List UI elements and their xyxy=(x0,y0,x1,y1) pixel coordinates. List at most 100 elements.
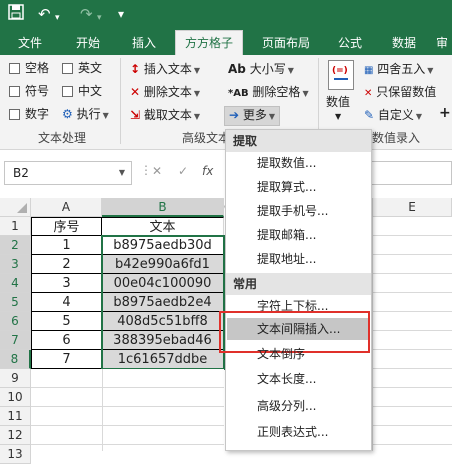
menu-item-extract-number[interactable]: 提取数值... xyxy=(257,155,316,171)
more-label: 更多 xyxy=(242,108,267,122)
cancel-icon[interactable]: ✕ xyxy=(152,164,162,178)
english-checkbox[interactable] xyxy=(62,63,73,74)
menu-item-extract-phone[interactable]: 提取手机号... xyxy=(257,203,328,219)
cell-a[interactable]: 4 xyxy=(31,293,102,312)
add-icon[interactable]: + xyxy=(439,106,451,120)
delete-text-icon: ✕ xyxy=(130,85,141,99)
name-box[interactable]: B2 ▼ xyxy=(4,161,132,185)
cell-a[interactable]: 2 xyxy=(31,255,102,274)
column-header[interactable]: E xyxy=(372,198,452,217)
cell-b1[interactable]: 文本 xyxy=(102,217,224,236)
cell-a[interactable]: 1 xyxy=(31,236,102,255)
tab-review[interactable]: 审 xyxy=(436,32,452,55)
cell-a1[interactable]: 序号 xyxy=(31,217,102,236)
menu-item-text-interval-insert[interactable]: 文本间隔插入... xyxy=(257,321,340,337)
cell-b[interactable]: 408d5c51bff8 xyxy=(102,312,224,331)
menu-item-superscript[interactable]: 字符上下标... xyxy=(257,298,328,314)
tab-insert[interactable]: 插入 xyxy=(122,32,166,55)
cell-b[interactable]: 388395ebad46 xyxy=(102,331,224,350)
row-header[interactable]: 4 xyxy=(0,274,31,293)
row-header[interactable]: 13 xyxy=(0,445,31,464)
undo-icon[interactable]: ↶ xyxy=(38,4,51,24)
round-button[interactable]: ▦ 四舍五入 ▼ xyxy=(364,62,433,78)
menu-item-extract-formula[interactable]: 提取算式... xyxy=(257,179,316,195)
numeric-button[interactable]: 数值 xyxy=(326,95,350,109)
menu-section-common: 常用 xyxy=(226,273,371,295)
cell-b[interactable]: 1c61657ddbe xyxy=(102,350,224,369)
row-header[interactable]: 8 xyxy=(0,350,31,369)
keep-value-icon: ✕ xyxy=(364,88,373,99)
more-arrow-icon: ➔ xyxy=(229,108,240,122)
formula-options-icon[interactable]: ⋮ xyxy=(140,163,152,177)
numeric-dropdown-icon[interactable]: ▼ xyxy=(335,110,341,124)
more-button[interactable]: ➔ 更多 ▼ xyxy=(224,106,281,126)
symbol-checkbox[interactable] xyxy=(9,86,20,97)
title-bar xyxy=(0,0,452,28)
space-label: 空格 xyxy=(25,61,50,75)
menu-item-extract-email[interactable]: 提取邮箱... xyxy=(257,227,316,243)
case-button[interactable]: Ab 大小写 ▼ xyxy=(228,62,294,78)
cell-a[interactable]: 5 xyxy=(31,312,102,331)
delete-text-label: 删除文本 xyxy=(143,85,192,99)
tab-fangfang[interactable]: 方方格子 xyxy=(175,30,243,55)
menu-item-text-length[interactable]: 文本长度... xyxy=(257,371,316,387)
tab-formulas[interactable]: 公式 xyxy=(328,32,372,55)
customize-qat-icon[interactable]: ▾ xyxy=(118,4,124,24)
insert-text-button[interactable]: ↕ 插入文本 ▼ xyxy=(130,62,200,78)
row-header[interactable]: 11 xyxy=(0,407,31,426)
row-header[interactable]: 10 xyxy=(0,388,31,407)
keep-value-button[interactable]: ✕ 只保留数值 xyxy=(364,85,436,101)
chinese-checkbox[interactable] xyxy=(62,86,73,97)
cell-a[interactable]: 3 xyxy=(31,274,102,293)
name-box-dropdown-icon[interactable]: ▼ xyxy=(119,168,125,177)
gridline xyxy=(102,369,103,451)
select-all-corner[interactable] xyxy=(0,198,31,217)
case-label: 大小写 xyxy=(249,62,286,76)
cell-b[interactable]: 00e04c100090 xyxy=(102,274,224,293)
cell-b[interactable]: b42e990a6fd1 xyxy=(102,255,224,274)
column-header[interactable]: A xyxy=(31,198,102,217)
space-checkbox[interactable] xyxy=(9,63,20,74)
number-label: 数字 xyxy=(25,107,50,121)
custom-label: 自定义 xyxy=(377,108,414,122)
menu-item-advanced-split[interactable]: 高级分列... xyxy=(257,398,316,414)
row-header[interactable]: 1 xyxy=(0,217,31,236)
undo-dropdown-icon[interactable]: ▾ xyxy=(55,8,60,28)
number-checkbox[interactable] xyxy=(9,109,20,120)
custom-icon: ✎ xyxy=(364,108,375,122)
extract-text-button[interactable]: ⇲ 截取文本 ▼ xyxy=(130,108,200,124)
delete-space-icon: *AB xyxy=(228,88,249,99)
execute-icon: ⚙ xyxy=(62,107,73,121)
execute-button[interactable]: ⚙ 执行 ▼ xyxy=(62,107,109,123)
column-header[interactable]: B xyxy=(102,198,224,217)
tab-file[interactable]: 文件 xyxy=(8,32,52,55)
enter-icon[interactable]: ✓ xyxy=(178,164,188,178)
fx-icon[interactable]: fx xyxy=(202,164,213,178)
save-icon[interactable] xyxy=(8,4,24,25)
row-header[interactable]: 6 xyxy=(0,312,31,331)
row-header[interactable]: 7 xyxy=(0,331,31,350)
row-header[interactable]: 9 xyxy=(0,369,31,388)
redo-dropdown-icon[interactable]: ▾ xyxy=(97,8,102,28)
menu-item-regex[interactable]: 正则表达式... xyxy=(257,424,328,440)
row-header[interactable]: 12 xyxy=(0,426,31,445)
row-header[interactable]: 5 xyxy=(0,293,31,312)
tab-page-layout[interactable]: 页面布局 xyxy=(254,32,318,55)
advanced-group-label: 高级文本 xyxy=(182,131,231,145)
menu-item-text-reverse[interactable]: 文本倒序 xyxy=(257,346,305,362)
row-header[interactable]: 2 xyxy=(0,236,31,255)
round-icon: ▦ xyxy=(364,65,374,76)
row-header[interactable]: 3 xyxy=(0,255,31,274)
tab-data[interactable]: 数据 xyxy=(382,32,426,55)
cell-a[interactable]: 6 xyxy=(31,331,102,350)
delete-text-button[interactable]: ✕ 删除文本 ▼ xyxy=(130,85,200,101)
cell-b[interactable]: b8975aedb2e4 xyxy=(102,293,224,312)
menu-item-extract-address[interactable]: 提取地址... xyxy=(257,251,316,267)
delete-space-button[interactable]: *AB 删除空格 ▼ xyxy=(228,85,309,101)
custom-button[interactable]: ✎ 自定义 ▼ xyxy=(364,108,422,124)
cell-a[interactable]: 7 xyxy=(31,350,102,369)
tab-home[interactable]: 开始 xyxy=(66,32,110,55)
cell-b[interactable]: b8975aedb30d xyxy=(102,236,224,255)
text-group-label: 文本处理 xyxy=(38,131,87,145)
redo-icon[interactable]: ↷ xyxy=(80,4,93,24)
